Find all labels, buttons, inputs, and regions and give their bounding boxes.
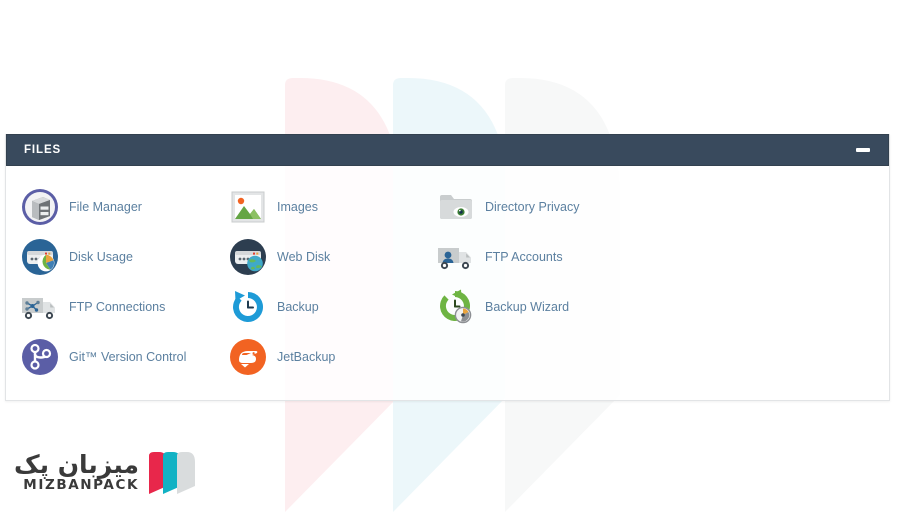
tile-backup[interactable]: Backup [228, 282, 436, 332]
tile-label: Git™ Version Control [69, 349, 187, 364]
grid-spacer [676, 282, 889, 332]
tile-label: FTP Connections [69, 299, 166, 314]
minus-icon [856, 148, 870, 152]
files-tile-grid: File Manager Images Directory Privacy Di… [6, 182, 889, 382]
tile-label: Web Disk [277, 249, 331, 264]
tile-jetbackup[interactable]: JetBackup [228, 332, 436, 382]
screenshot-root: FILES File Manager Images Directory Priv… [0, 0, 900, 512]
mizbanpack-logo: میزبان پک MIZBANPACK [14, 446, 197, 498]
images-icon [228, 187, 268, 227]
tile-ftp-connections[interactable]: FTP Connections [20, 282, 228, 332]
logo-text-block: میزبان پک MIZBANPACK [14, 449, 140, 493]
files-panel-header: FILES [6, 134, 889, 166]
grid-spacer [676, 182, 889, 232]
tile-label: Directory Privacy [485, 199, 580, 214]
tile-label: FTP Accounts [485, 249, 563, 264]
tile-label: Images [277, 199, 318, 214]
file-manager-icon [20, 187, 60, 227]
tile-backup-wizard[interactable]: Backup Wizard [436, 282, 676, 332]
tile-label: JetBackup [277, 349, 336, 364]
ftp-accounts-icon [436, 237, 476, 277]
files-panel-body: File Manager Images Directory Privacy Di… [6, 166, 889, 400]
jetbackup-icon [228, 337, 268, 377]
minimize-button[interactable] [854, 145, 872, 156]
logo-persian-text: میزبان پک [14, 449, 140, 479]
tile-label: File Manager [69, 199, 142, 214]
tile-images[interactable]: Images [228, 182, 436, 232]
tile-ftp-accounts[interactable]: FTP Accounts [436, 232, 676, 282]
logo-latin-text: MIZBANPACK [23, 476, 140, 493]
tile-file-manager[interactable]: File Manager [20, 182, 228, 232]
backup-wizard-icon [436, 287, 476, 327]
grid-spacer [676, 232, 889, 282]
ftp-connections-icon [20, 287, 60, 327]
tile-label: Disk Usage [69, 249, 133, 264]
disk-usage-icon [20, 237, 60, 277]
files-panel: FILES File Manager Images Directory Priv… [5, 134, 890, 401]
web-disk-icon [228, 237, 268, 277]
panel-title: FILES [24, 144, 62, 156]
grid-spacer [436, 332, 676, 382]
backup-icon [228, 287, 268, 327]
tile-disk-usage[interactable]: Disk Usage [20, 232, 228, 282]
grid-spacer [676, 332, 889, 382]
logo-mark-icon [149, 452, 196, 494]
git-icon [20, 337, 60, 377]
tile-label: Backup Wizard [485, 299, 570, 314]
tile-directory-privacy[interactable]: Directory Privacy [436, 182, 676, 232]
tile-git-version-control[interactable]: Git™ Version Control [20, 332, 228, 382]
tile-label: Backup [277, 299, 319, 314]
tile-web-disk[interactable]: Web Disk [228, 232, 436, 282]
directory-privacy-icon [436, 187, 476, 227]
